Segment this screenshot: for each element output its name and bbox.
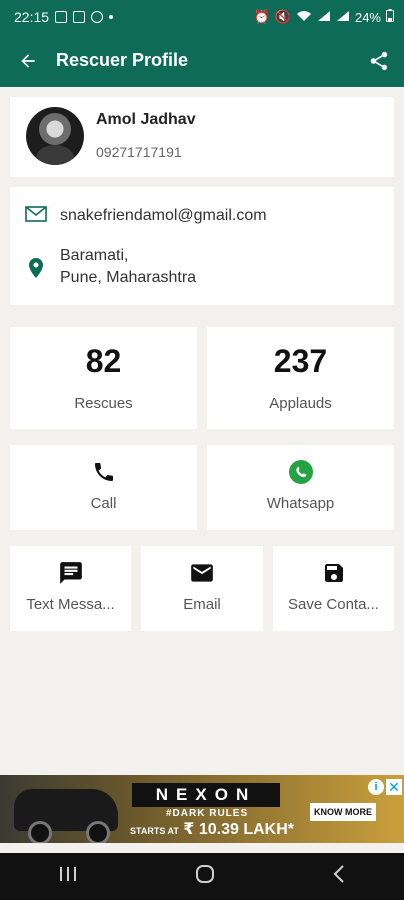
signal-icon: [317, 10, 331, 25]
status-bar: 22:15 ⏰ 🔇 24%: [0, 0, 404, 34]
address-row: Baramati, Pune, Maharashtra: [24, 245, 196, 289]
back-nav-button[interactable]: [333, 865, 345, 888]
arrow-back-icon: [21, 53, 35, 68]
text-message-button[interactable]: Text Messa...: [10, 546, 131, 631]
more-notifications-icon: [109, 15, 114, 19]
car-image: [14, 789, 118, 843]
upload-notification-icon: [73, 11, 86, 23]
status-time: 22:15: [14, 9, 50, 25]
recent-apps-icon: [60, 867, 76, 881]
text-message-label: Text Messa...: [26, 596, 115, 613]
share-icon: [370, 51, 388, 70]
location-pin-icon: [24, 245, 48, 278]
ad-brand: NEXON: [132, 783, 280, 807]
rescues-label: Rescues: [74, 395, 133, 412]
share-button[interactable]: [354, 34, 404, 87]
email-row[interactable]: snakefriendamol@gmail.com: [24, 205, 267, 227]
email-label: Email: [183, 596, 221, 613]
profile-card: Amol Jadhav 09271717191: [10, 97, 394, 177]
rescuer-name: Amol Jadhav: [96, 111, 196, 128]
save-contact-button[interactable]: Save Conta...: [273, 546, 394, 631]
contact-card: snakefriendamol@gmail.com Baramati, Pune…: [10, 187, 394, 305]
ad-close-icon[interactable]: ✕: [386, 779, 402, 795]
ad-price-value: ₹ 10.39 LAKH*: [183, 821, 295, 838]
address-line-1: Baramati,: [60, 247, 129, 264]
save-contact-label: Save Conta...: [288, 596, 379, 613]
applauds-count: 237: [273, 343, 328, 379]
ad-price: STARTS AT ₹ 10.39 LAKH*: [130, 819, 294, 839]
app-bar: Rescuer Profile: [0, 34, 404, 87]
home-icon: [196, 865, 214, 883]
recent-apps-button[interactable]: [59, 866, 77, 887]
rescuer-phone: 09271717191: [96, 144, 182, 160]
whatsapp-button[interactable]: Whatsapp: [207, 445, 394, 530]
ad-price-prefix: STARTS AT: [130, 826, 179, 836]
phone-icon: [92, 459, 116, 485]
applauds-label: Applauds: [269, 395, 332, 412]
ad-tagline: #DARK RULES: [166, 808, 249, 819]
page-title: Rescuer Profile: [56, 50, 189, 70]
battery-level: 24%: [354, 9, 381, 25]
system-nav-bar: [0, 853, 404, 900]
ad-cta-button[interactable]: KNOW MORE: [310, 803, 376, 821]
email-button[interactable]: Email: [141, 546, 263, 631]
alarm-icon: ⏰: [253, 9, 270, 24]
ad-banner[interactable]: NEXON #DARK RULES STARTS AT ₹ 10.39 LAKH…: [0, 775, 404, 843]
home-button[interactable]: [195, 864, 215, 889]
ad-info-icon[interactable]: i: [368, 779, 384, 795]
email-text: snakefriendamol@gmail.com: [60, 207, 267, 224]
rescues-count: 82: [85, 343, 122, 379]
mail-icon: [189, 560, 215, 586]
mute-icon: 🔇: [274, 9, 291, 24]
wifi-icon: [296, 10, 312, 25]
back-button[interactable]: [0, 34, 56, 87]
call-button[interactable]: Call: [10, 445, 197, 530]
call-label: Call: [90, 495, 117, 512]
rescues-stat: 82 Rescues: [10, 327, 197, 429]
applauds-stat: 237 Applauds: [207, 327, 394, 429]
whatsapp-icon: [288, 459, 314, 485]
whatsapp-label: Whatsapp: [266, 495, 335, 512]
app-notification-icon: [91, 11, 104, 23]
avatar: [26, 107, 84, 165]
gallery-notification-icon: [55, 11, 68, 23]
address-line-2: Pune, Maharashtra: [60, 269, 197, 286]
chevron-left-icon: [333, 865, 344, 883]
email-outline-icon: [24, 205, 48, 223]
save-icon: [322, 560, 346, 586]
signal-icon-2: [336, 10, 350, 25]
battery-icon: [386, 9, 394, 25]
message-icon: [58, 560, 84, 586]
